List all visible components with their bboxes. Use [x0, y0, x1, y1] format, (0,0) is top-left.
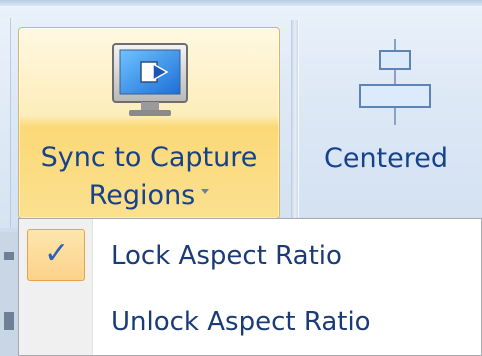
ribbon-panel: Sync to Capture Regions Centered [0, 0, 482, 228]
checkmark-icon: ✓ [44, 236, 70, 271]
menu-item-label: Lock Aspect Ratio [111, 241, 342, 271]
monitor-sync-icon [112, 43, 188, 116]
background-fragment [4, 312, 14, 330]
ribbon-top-border [0, 0, 482, 6]
menu-item-label: Unlock Aspect Ratio [111, 307, 371, 337]
aspect-ratio-dropdown-menu: ✓ Lock Aspect Ratio Unlock Aspect Ratio [18, 218, 482, 356]
background-fragment [4, 252, 14, 260]
menu-item-unlock-aspect-ratio[interactable]: Unlock Aspect Ratio [19, 293, 481, 351]
sync-button-label-line2: Regions [19, 180, 279, 211]
centered-button[interactable]: Centered [306, 27, 482, 219]
sync-button-label-line1: Sync to Capture [40, 142, 258, 173]
align-center-icon [359, 39, 431, 125]
menu-item-lock-aspect-ratio[interactable]: ✓ Lock Aspect Ratio [19, 227, 481, 285]
sync-to-capture-regions-button[interactable]: Sync to Capture Regions [18, 27, 280, 219]
ribbon-group-separator [291, 20, 299, 226]
checked-indicator: ✓ [27, 229, 85, 281]
background-window-edge [0, 232, 18, 356]
centered-button-label: Centered [323, 143, 449, 174]
dropdown-arrow-icon [201, 189, 210, 194]
ribbon-previous-group-edge [0, 18, 11, 228]
